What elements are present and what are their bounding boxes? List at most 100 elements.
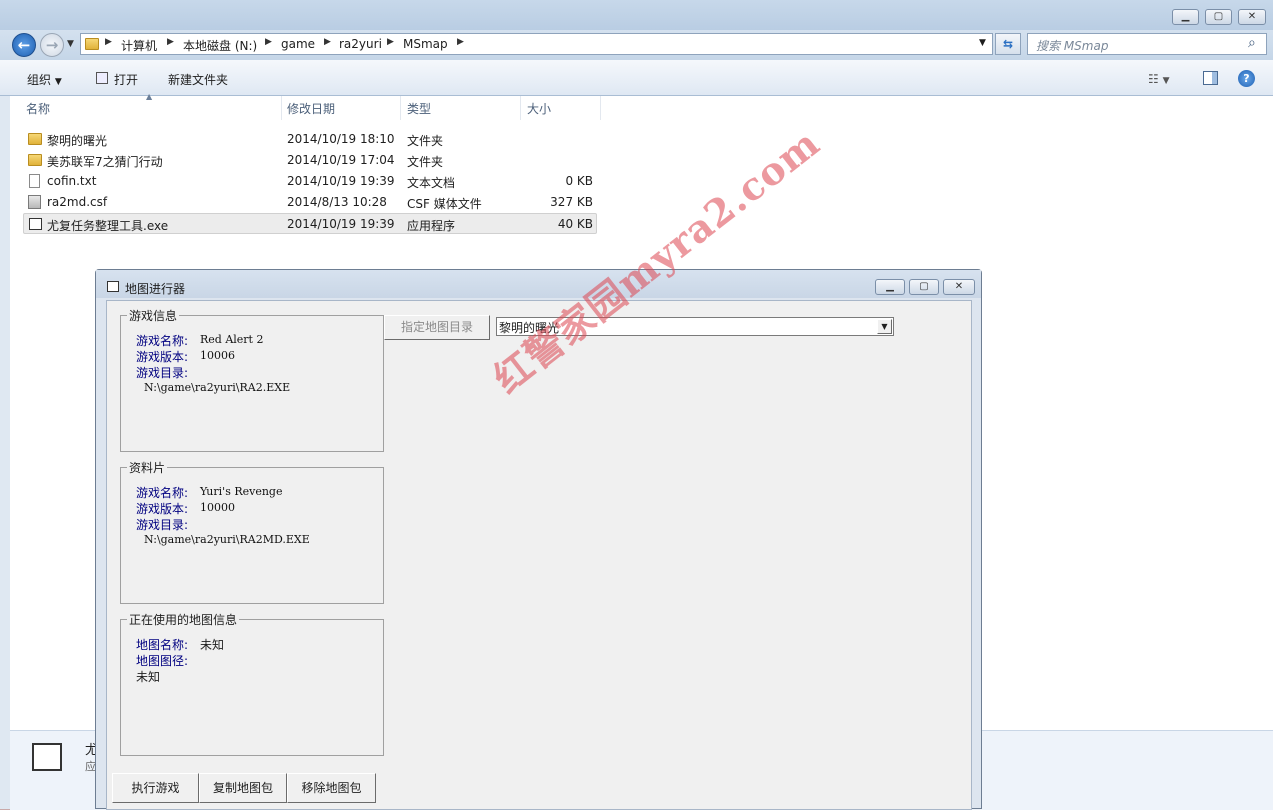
view-options-icon[interactable]: ☷ ▼ [1148,72,1170,86]
column-header-type[interactable]: 类型 [401,96,521,120]
copy-map-pack-button[interactable]: 复制地图包 [199,773,287,803]
address-bar[interactable]: ▶ 计算机 ▶ 本地磁盘 (N:) ▶ game ▶ ra2yuri ▶ MSm… [80,33,993,55]
file-size: 40 KB [557,217,593,231]
column-header-name[interactable]: 名称 [20,96,282,120]
file-name: 尤复任务整理工具.exe [47,219,169,233]
file-modified: 2014/10/19 19:39 [287,217,395,231]
file-row-selected[interactable]: 尤复任务整理工具.exe 2014/10/19 19:39 应用程序 40 KB [23,213,597,234]
organize-button[interactable]: 组织 ▼ [27,71,62,88]
breadcrumb-drive[interactable]: 本地磁盘 (N:) [183,37,257,54]
breadcrumb-msmap[interactable]: MSmap [403,37,448,51]
file-name: 美苏联军7之猜门行动 [47,155,163,169]
forward-icon[interactable]: → [40,33,64,57]
navigation-bar: ← → ▼ ▶ 计算机 ▶ 本地磁盘 (N:) ▶ game ▶ ra2yuri… [0,30,1273,60]
map-select-dropdown[interactable]: 黎明的曙光 ▼ [496,317,894,336]
map-name-value: 未知 [200,638,225,652]
file-modified: 2014/8/13 10:28 [287,195,387,209]
folder-icon [28,154,42,166]
current-map-group: 正在使用的地图信息 地图名称: 未知 地图图径: 未知 [120,611,384,756]
file-size: 0 KB [565,174,593,188]
breadcrumb-game[interactable]: game [281,37,315,51]
folder-icon [28,133,42,145]
dialog-maximize-button[interactable]: ▢ [909,279,939,295]
search-box[interactable]: 搜索 MSmap ⌕ [1027,33,1267,55]
help-icon[interactable]: ? [1238,70,1255,87]
address-history-dropdown-icon[interactable]: ▼ [979,38,986,48]
file-type: 文本文档 [407,176,456,190]
chevron-right-icon: ▶ [265,37,272,47]
folder-icon [85,38,99,50]
media-file-icon [28,195,41,209]
explorer-titlebar: ▁ ▢ ✕ [0,0,1273,30]
close-button[interactable]: ✕ [1238,9,1266,25]
chevron-down-icon[interactable]: ▼ [877,319,892,334]
dialog-close-button[interactable]: ✕ [943,279,975,295]
refresh-icon[interactable]: ⇆ [995,33,1021,55]
preview-pane-icon[interactable] [1203,71,1218,85]
file-modified: 2014/10/19 19:39 [287,174,395,188]
game-dir-value: N:\game\ra2yuri\RA2.EXE [144,381,291,394]
minimize-button[interactable]: ▁ [1172,9,1199,25]
group-title: 正在使用的地图信息 [127,611,240,628]
back-icon[interactable]: ← [12,33,36,57]
open-button[interactable]: 打开 [114,71,138,88]
maximize-button[interactable]: ▢ [1205,9,1232,25]
command-bar: 组织 ▼ 打开 新建文件夹 ☷ ▼ ? [0,60,1273,96]
file-row[interactable]: 黎明的曙光 2014/10/19 18:10 文件夹 [23,129,597,150]
column-header-modified[interactable]: 修改日期 [281,96,401,120]
dialog-titlebar: 地图进行器 ▁ ▢ ✕ [96,270,981,298]
organize-label: 组织 [27,73,52,87]
open-icon [96,72,108,84]
expansion-version-value: 10000 [200,501,235,514]
recent-pages-dropdown-icon[interactable]: ▼ [67,39,74,49]
file-type: 文件夹 [407,155,444,169]
map-select-value: 黎明的曙光 [499,321,560,335]
expansion-group: 资料片 游戏名称: Yuri's Revenge 游戏版本: 10000 游戏目… [120,459,384,604]
column-header-size[interactable]: 大小 [521,96,601,120]
file-name: ra2md.csf [47,195,108,209]
expansion-dir-value: N:\game\ra2yuri\RA2MD.EXE [144,533,310,546]
game-name-label: 游戏名称: [136,334,189,348]
dialog-client-area: 游戏信息 游戏名称: Red Alert 2 游戏版本: 10006 游戏目录:… [106,300,972,810]
game-dir-label: 游戏目录: [136,366,189,380]
file-size: 327 KB [550,195,593,209]
text-file-icon [29,174,40,188]
file-modified: 2014/10/19 17:04 [287,153,395,167]
run-game-button[interactable]: 执行游戏 [112,773,199,803]
chevron-right-icon: ▶ [387,37,394,47]
expansion-version-label: 游戏版本: [136,502,189,516]
group-title: 资料片 [127,459,168,476]
breadcrumb-ra2yuri[interactable]: ra2yuri [339,37,382,51]
file-row[interactable]: cofin.txt 2014/10/19 19:39 文本文档 0 KB [23,171,597,192]
map-runner-dialog: 地图进行器 ▁ ▢ ✕ 游戏信息 游戏名称: Red Alert 2 游戏版本:… [95,269,982,810]
exe-icon [32,743,62,771]
file-type: 应用程序 [407,219,456,233]
new-folder-button[interactable]: 新建文件夹 [168,71,228,88]
file-type: 文件夹 [407,134,444,148]
app-icon [107,281,119,292]
group-title: 游戏信息 [127,307,180,324]
map-name-label: 地图名称: [136,638,189,652]
chevron-down-icon: ▼ [54,77,62,87]
chevron-right-icon: ▶ [105,37,112,47]
exe-icon [29,218,42,230]
game-version-value: 10006 [200,349,235,362]
expansion-name-value: Yuri's Revenge [200,485,283,498]
search-icon[interactable]: ⌕ [1248,35,1256,51]
set-map-directory-button[interactable]: 指定地图目录 [384,315,490,340]
file-row[interactable]: 美苏联军7之猜门行动 2014/10/19 17:04 文件夹 [23,150,597,171]
remove-map-pack-button[interactable]: 移除地图包 [287,773,376,803]
chevron-right-icon: ▶ [457,37,464,47]
chevron-right-icon: ▶ [324,37,331,47]
file-type: CSF 媒体文件 [407,197,482,211]
expansion-name-label: 游戏名称: [136,486,189,500]
file-name: cofin.txt [47,174,97,188]
breadcrumb-computer[interactable]: 计算机 [121,37,157,54]
expansion-dir-label: 游戏目录: [136,518,189,532]
dialog-minimize-button[interactable]: ▁ [875,279,905,295]
dialog-title: 地图进行器 [125,282,186,296]
game-name-value: Red Alert 2 [200,333,264,346]
file-row[interactable]: ra2md.csf 2014/8/13 10:28 CSF 媒体文件 327 K… [23,192,597,213]
map-path-value: 未知 [136,670,161,684]
search-input[interactable]: 搜索 MSmap [1036,37,1108,54]
